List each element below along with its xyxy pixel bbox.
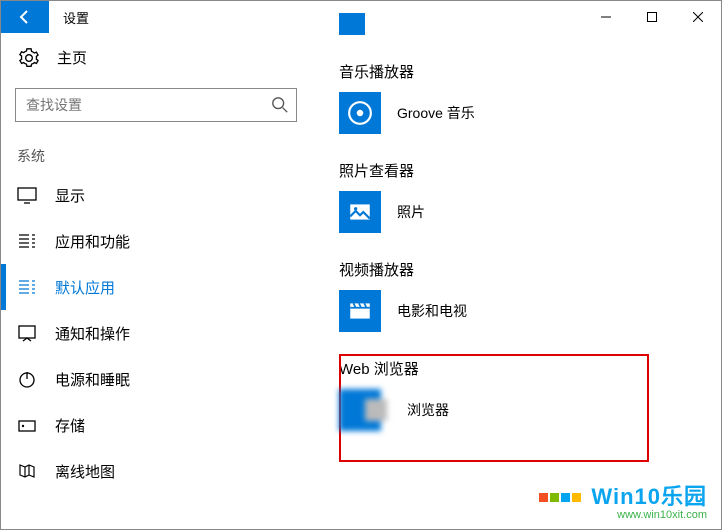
- sidebar-item-apps[interactable]: 应用和功能: [1, 218, 311, 264]
- sidebar-home[interactable]: 主页: [1, 33, 311, 82]
- close-icon: [693, 12, 703, 22]
- sidebar-item-notifications[interactable]: 通知和操作: [1, 310, 311, 356]
- sidebar-category-header: 系统: [1, 122, 311, 172]
- maximize-button[interactable]: [629, 1, 675, 33]
- photos-tile: [339, 191, 381, 233]
- notifications-icon: [17, 323, 37, 343]
- minimize-button[interactable]: [583, 1, 629, 33]
- section-photos-title: 照片查看器: [339, 160, 711, 181]
- content-area: 音乐播放器 Groove 音乐 照片查看器 照片 视频播放器 电影和电视: [311, 33, 721, 529]
- window-title: 设置: [49, 1, 103, 33]
- sidebar-item-display[interactable]: 显示: [1, 172, 311, 218]
- display-icon: [17, 185, 37, 205]
- groove-music-icon: [347, 100, 373, 126]
- storage-icon: [17, 415, 37, 435]
- movies-tv-icon: [347, 298, 373, 324]
- sidebar-item-label: 存储: [55, 415, 85, 436]
- minimize-icon: [601, 12, 611, 22]
- search-icon: [271, 96, 289, 114]
- search-input[interactable]: [15, 88, 297, 122]
- map-icon: [17, 461, 37, 481]
- app-tile-cropped[interactable]: [339, 13, 365, 35]
- gear-icon: [19, 48, 39, 68]
- sidebar-item-label: 默认应用: [55, 277, 115, 298]
- app-name: 电影和电视: [397, 301, 467, 321]
- sidebar-item-label: 应用和功能: [55, 231, 130, 252]
- section-music-title: 音乐播放器: [339, 61, 711, 82]
- sidebar-item-power[interactable]: 电源和睡眠: [1, 356, 311, 402]
- windows-logo-icon: [538, 492, 582, 507]
- default-app-video[interactable]: 电影和电视: [339, 290, 711, 332]
- sidebar-item-offline-maps[interactable]: 离线地图: [1, 448, 311, 494]
- sidebar: 主页 系统 显示 应用和功能 默认应用 通知和操作: [1, 33, 311, 529]
- watermark-text: Win10乐园: [591, 484, 707, 509]
- watermark-url: www.win10xit.com: [538, 509, 707, 521]
- apps-icon: [17, 231, 37, 251]
- default-app-music[interactable]: Groove 音乐: [339, 92, 711, 134]
- sidebar-home-label: 主页: [57, 47, 87, 68]
- app-name: Groove 音乐: [397, 103, 475, 123]
- maximize-icon: [647, 12, 657, 22]
- default-apps-icon: [17, 277, 37, 297]
- arrow-left-icon: [17, 9, 33, 25]
- sidebar-item-default-apps[interactable]: 默认应用: [1, 264, 311, 310]
- browser-tile-blurred: [339, 389, 381, 431]
- photos-icon: [347, 199, 373, 225]
- power-icon: [17, 369, 37, 389]
- app-name: 照片: [397, 202, 425, 222]
- groove-music-tile: [339, 92, 381, 134]
- watermark: Win10乐园 www.win10xit.com: [538, 485, 707, 521]
- sidebar-item-label: 显示: [55, 185, 85, 206]
- sidebar-item-label: 离线地图: [55, 461, 115, 482]
- sidebar-item-storage[interactable]: 存储: [1, 402, 311, 448]
- movies-tv-tile: [339, 290, 381, 332]
- settings-window: 设置 主页 系统 显示: [0, 0, 722, 530]
- back-button[interactable]: [1, 1, 49, 33]
- section-video-title: 视频播放器: [339, 259, 711, 280]
- default-app-photos[interactable]: 照片: [339, 191, 711, 233]
- sidebar-item-label: 电源和睡眠: [55, 369, 130, 390]
- close-button[interactable]: [675, 1, 721, 33]
- sidebar-item-label: 通知和操作: [55, 323, 130, 344]
- search-wrap: [15, 88, 297, 122]
